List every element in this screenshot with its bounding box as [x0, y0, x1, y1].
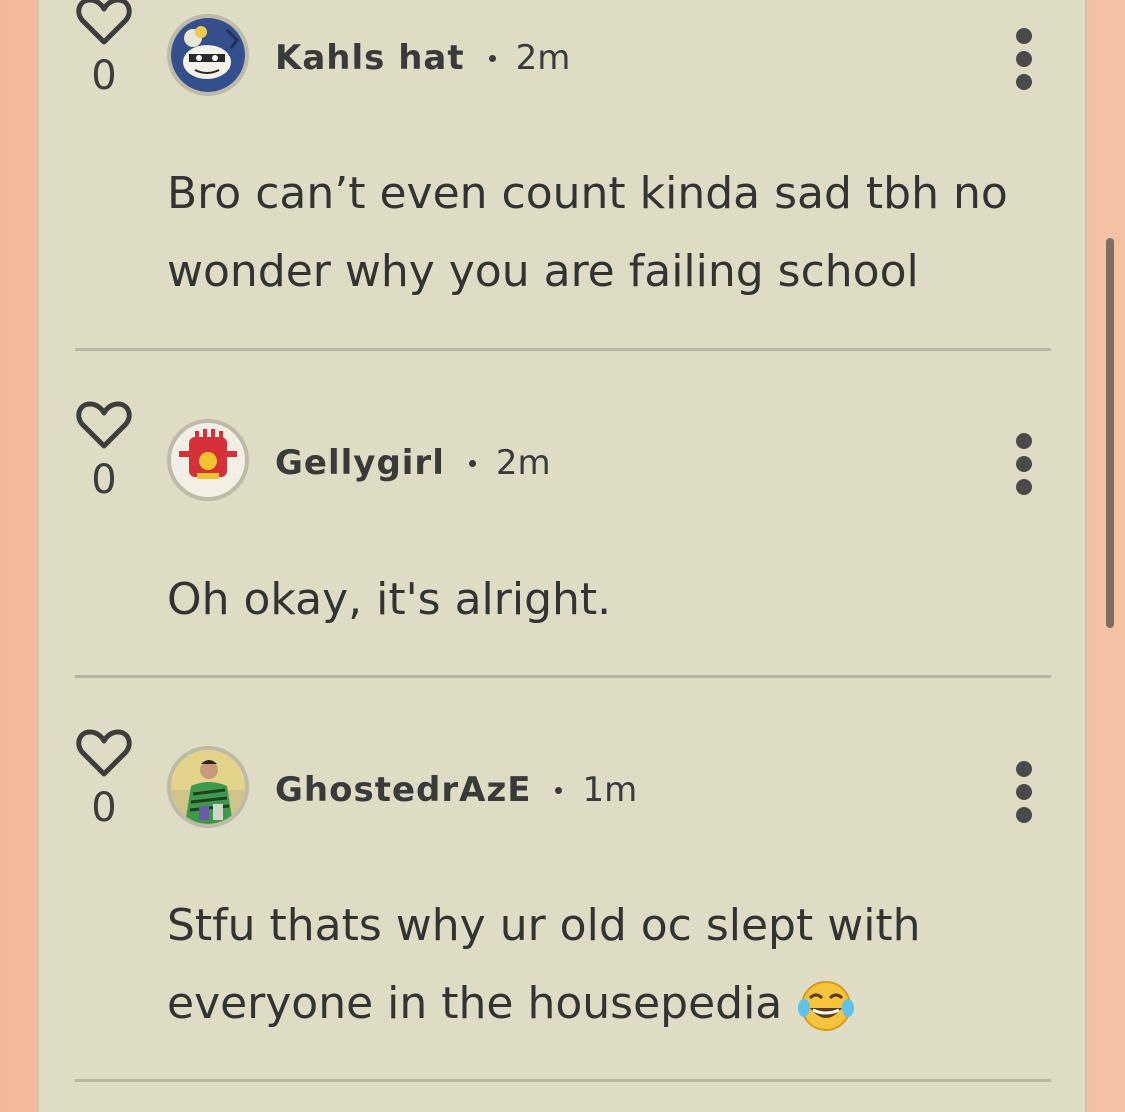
like-control: 0: [74, 728, 134, 828]
comment-text: Bro can’t even count kinda sad tbh no wo…: [167, 168, 1008, 297]
timestamp: 2m: [515, 38, 571, 78]
cartoon-avatar-red-icon: [171, 423, 245, 497]
divider: [75, 1079, 1051, 1082]
comment-meta: Kahls hat 2m: [275, 38, 570, 78]
avatar[interactable]: [167, 419, 249, 501]
separator-dot: [488, 54, 496, 62]
like-count: 0: [91, 457, 117, 503]
more-options-icon[interactable]: [1009, 761, 1039, 823]
avatar[interactable]: [167, 746, 249, 828]
timestamp: 2m: [495, 443, 551, 483]
scrollbar[interactable]: [1106, 238, 1114, 628]
comments-panel: 0 Kahls hat 2m Bro can’t even count kind: [37, 0, 1087, 1112]
separator-dot: [468, 459, 476, 467]
like-control: 0: [74, 0, 134, 96]
separator-dot: [555, 786, 563, 794]
heart-icon[interactable]: [76, 400, 132, 450]
username[interactable]: Gellygirl: [275, 443, 445, 483]
avatar[interactable]: [167, 14, 249, 96]
comment-meta: Gellygirl 2m: [275, 443, 551, 483]
timestamp: 1m: [582, 770, 638, 810]
comment-text: Oh okay, it's alright.: [167, 574, 612, 625]
heart-icon[interactable]: [76, 0, 132, 46]
divider: [75, 348, 1051, 351]
like-count: 0: [91, 53, 117, 99]
more-options-icon[interactable]: [1009, 28, 1039, 90]
heart-icon[interactable]: [76, 728, 132, 778]
face-with-tears-of-joy-icon: [798, 981, 855, 1031]
comment-text: Stfu thats why ur old oc slept with ever…: [167, 887, 1027, 1043]
like-control: 0: [74, 400, 134, 500]
photo-avatar-green-shirt-icon: [171, 750, 245, 824]
more-options-icon[interactable]: [1009, 433, 1039, 495]
cartoon-avatar-blue-icon: [171, 18, 245, 92]
username[interactable]: GhostedrAzE: [275, 770, 531, 810]
divider: [75, 675, 1051, 678]
like-count: 0: [91, 785, 117, 831]
username[interactable]: Kahls hat: [275, 38, 465, 78]
comment-meta: GhostedrAzE 1m: [275, 770, 637, 810]
